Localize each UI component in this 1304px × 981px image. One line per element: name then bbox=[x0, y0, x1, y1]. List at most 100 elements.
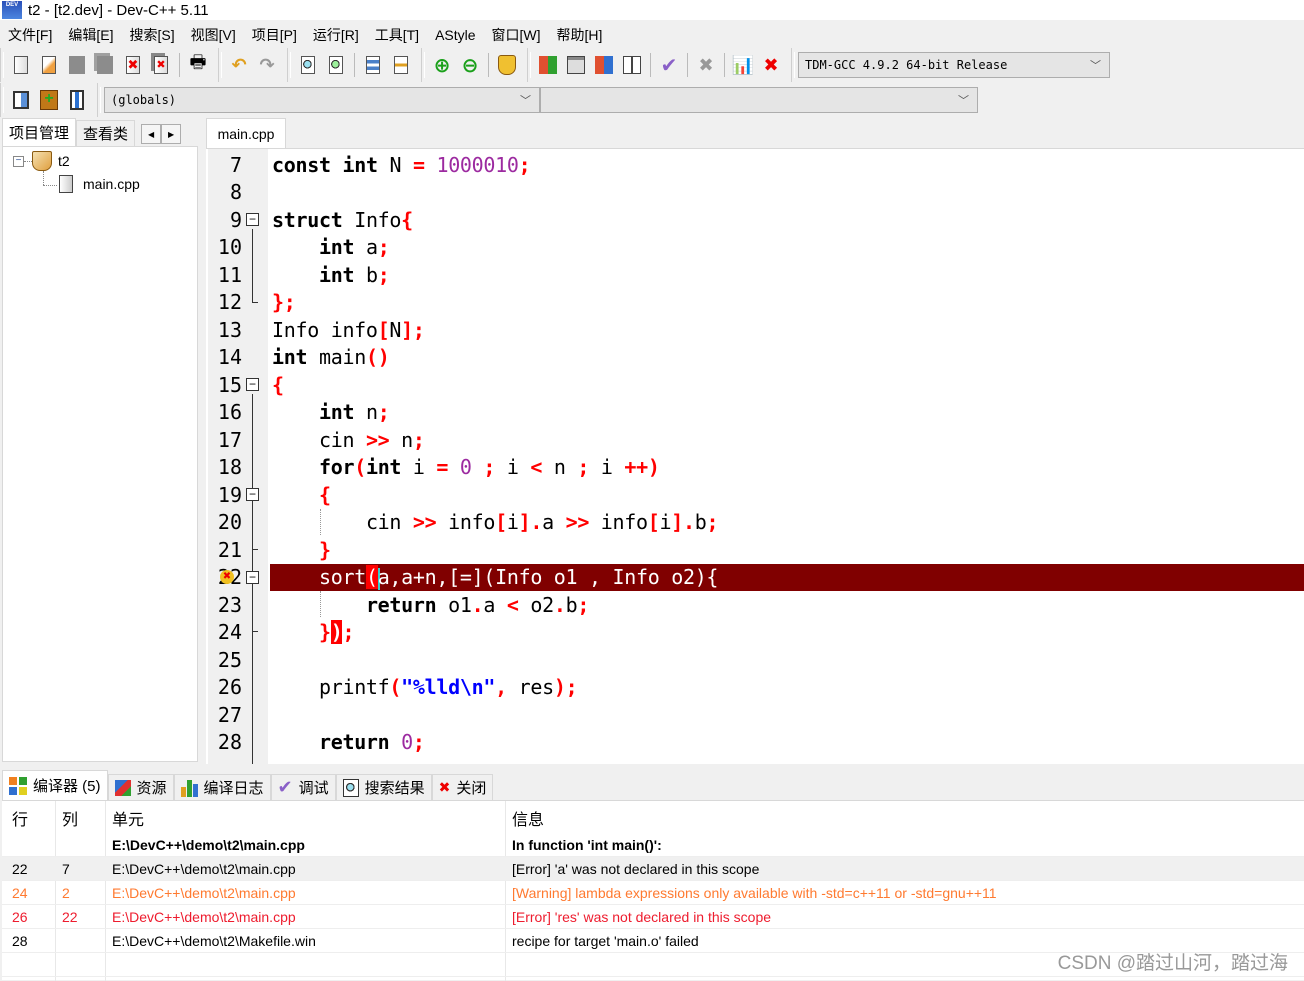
save-button[interactable] bbox=[65, 53, 89, 77]
menu-edit[interactable]: 编辑[E] bbox=[60, 25, 121, 45]
row-line: 24 bbox=[12, 884, 28, 901]
line-number: 14 bbox=[217, 345, 242, 370]
code-text: }); bbox=[318, 620, 355, 645]
replace-icon bbox=[329, 56, 343, 74]
toggle-bookmark-button[interactable] bbox=[65, 88, 89, 112]
menu-run[interactable]: 运行[R] bbox=[305, 25, 367, 45]
message-row-warning[interactable]: 24 2 E:\DevC++\demo\t2\main.cpp [Warning… bbox=[2, 881, 1304, 905]
bar-chart-icon bbox=[180, 779, 198, 797]
members-select[interactable]: ﹀ bbox=[540, 87, 978, 113]
code-text: { bbox=[272, 372, 284, 397]
compiler-select[interactable]: TDM-GCC 4.9.2 64-bit Release ﹀ bbox=[798, 52, 1110, 78]
menu-window[interactable]: 窗口[W] bbox=[484, 25, 549, 45]
tab-scroll-right-button[interactable]: ▶ bbox=[161, 124, 182, 144]
menu-search[interactable]: 搜索[S] bbox=[121, 25, 182, 45]
code-line-error: 22 ✖ − sort(a,a+n,[=](Info o1 , Info o2)… bbox=[206, 563, 1304, 592]
project-icon bbox=[32, 151, 52, 171]
tab-scroll-buttons: ◀ ▶ bbox=[141, 124, 182, 144]
fold-collapse-icon[interactable]: − bbox=[246, 378, 259, 392]
code-text: struct Info{ bbox=[272, 207, 413, 232]
menu-view[interactable]: 视图[V] bbox=[183, 25, 244, 45]
new-file-button[interactable] bbox=[9, 53, 33, 77]
column-header-message[interactable]: 信息 bbox=[512, 806, 544, 830]
class-toolbar: + (globals) ﹀ ﹀ bbox=[0, 82, 984, 118]
code-text: sort(a,a+n,[=](Info o1 , Info o2){ bbox=[318, 565, 719, 590]
print-button[interactable]: 🖶 bbox=[186, 52, 210, 77]
save-all-button[interactable] bbox=[93, 53, 117, 77]
menu-project[interactable]: 项目[P] bbox=[244, 25, 305, 45]
tab-debug[interactable]: ✔ 调试 bbox=[270, 774, 336, 800]
rebuild-all-button[interactable] bbox=[620, 53, 644, 77]
row-line: 28 bbox=[12, 932, 28, 949]
menu-tools[interactable]: 工具[T] bbox=[367, 25, 427, 45]
tab-class-browser[interactable]: 查看类 bbox=[76, 120, 136, 146]
toolbar-separator bbox=[724, 53, 725, 77]
remove-from-project-button[interactable]: ⊖ bbox=[458, 53, 482, 77]
tab-resources[interactable]: 资源 bbox=[107, 774, 174, 800]
new-class-button[interactable]: + bbox=[37, 88, 61, 112]
tab-compile-log[interactable]: 编译日志 bbox=[173, 774, 271, 800]
delete-profile-button[interactable]: ✖ bbox=[759, 53, 783, 77]
menu-help[interactable]: 帮助[H] bbox=[549, 25, 611, 45]
row-col: 2 bbox=[62, 884, 70, 901]
close-file-button[interactable]: ✖ bbox=[121, 53, 145, 77]
triangle-left-icon: ◀ bbox=[147, 129, 155, 139]
chevron-down-icon: ﹀ bbox=[1090, 59, 1101, 72]
insert-button[interactable] bbox=[9, 88, 33, 112]
fold-collapse-icon[interactable]: − bbox=[246, 488, 259, 502]
replace-button[interactable] bbox=[324, 53, 348, 77]
message-row-error[interactable]: 26 22 E:\DevC++\demo\t2\main.cpp [Error]… bbox=[2, 905, 1304, 929]
code-line: 7 const int N = 1000010; bbox=[206, 151, 1304, 179]
class-browser-toolbar: + bbox=[0, 83, 95, 117]
tab-close-label: 关闭 bbox=[456, 780, 487, 797]
goto-line-button[interactable] bbox=[361, 53, 385, 77]
close-all-button[interactable]: ✖ bbox=[149, 53, 173, 77]
goto-function-button[interactable] bbox=[389, 53, 413, 77]
open-file-button[interactable] bbox=[37, 53, 61, 77]
code-line: 14 int main() bbox=[206, 344, 1304, 372]
message-row[interactable]: E:\DevC++\demo\t2\main.cpp In function '… bbox=[2, 833, 1304, 857]
undo-button[interactable]: ↶ bbox=[227, 53, 251, 77]
fold-collapse-icon[interactable]: − bbox=[246, 213, 259, 227]
undo-icon: ↶ bbox=[231, 54, 247, 75]
profile-button[interactable]: 📊 bbox=[731, 53, 755, 77]
project-options-button[interactable] bbox=[495, 53, 519, 77]
code-line: 10 int a; bbox=[206, 234, 1304, 262]
tree-node-file[interactable]: main.cpp bbox=[59, 175, 140, 193]
code-line: 11 int b; bbox=[206, 261, 1304, 289]
open-file-icon bbox=[42, 56, 56, 74]
bookmark-icon bbox=[70, 90, 84, 110]
redo-button[interactable]: ↷ bbox=[255, 53, 279, 77]
column-header-col[interactable]: 列 bbox=[62, 806, 78, 830]
column-header-unit[interactable]: 单元 bbox=[112, 806, 144, 830]
add-to-project-button[interactable]: ⊕ bbox=[430, 53, 454, 77]
run-button[interactable] bbox=[564, 53, 588, 77]
menu-file[interactable]: 文件[F] bbox=[0, 25, 60, 45]
project-options-icon bbox=[498, 55, 516, 75]
tab-close[interactable]: ✖ 关闭 bbox=[431, 774, 494, 800]
tab-scroll-left-button[interactable]: ◀ bbox=[141, 124, 162, 144]
tab-search-results[interactable]: 搜索结果 bbox=[335, 774, 432, 800]
tree-node-project[interactable]: − t2 bbox=[13, 151, 70, 171]
line-number: 7 bbox=[229, 152, 242, 177]
column-header-line[interactable]: 行 bbox=[12, 806, 28, 830]
compile-run-button[interactable] bbox=[592, 53, 616, 77]
syntax-check-button[interactable]: ✔ bbox=[657, 53, 681, 77]
stop-execution-button[interactable]: ✖ bbox=[694, 53, 718, 77]
tab-compile-log-label: 编译日志 bbox=[203, 780, 264, 797]
compile-button[interactable] bbox=[536, 53, 560, 77]
code-editor[interactable]: 7 const int N = 1000010; 8 9 − struct In… bbox=[206, 148, 1304, 764]
find-button[interactable] bbox=[296, 53, 320, 77]
collapse-icon[interactable]: − bbox=[13, 155, 24, 167]
message-row-selected[interactable]: 22 7 E:\DevC++\demo\t2\main.cpp [Error] … bbox=[2, 857, 1304, 881]
menu-astyle[interactable]: AStyle bbox=[427, 27, 483, 43]
editor-tab-main-cpp[interactable]: main.cpp bbox=[206, 118, 286, 148]
tab-compiler[interactable]: 编译器 (5) bbox=[2, 770, 108, 800]
tab-resources-label: 资源 bbox=[136, 780, 167, 797]
tab-project-manager[interactable]: 项目管理 bbox=[2, 118, 77, 146]
line-number: 12 bbox=[217, 290, 242, 315]
find-icon bbox=[301, 56, 315, 74]
globals-select[interactable]: (globals) ﹀ bbox=[104, 87, 540, 113]
code-line: 17 cin >> n; bbox=[206, 426, 1304, 454]
fold-collapse-icon[interactable]: − bbox=[246, 570, 259, 584]
